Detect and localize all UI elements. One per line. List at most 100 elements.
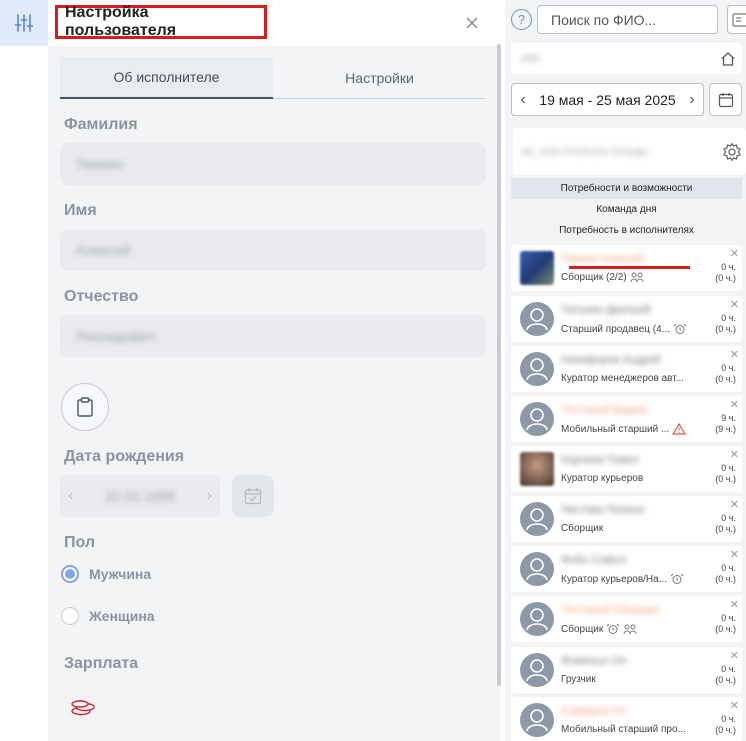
tab-bar: Об исполнителе Настройки: [60, 57, 486, 99]
gender-male-radio[interactable]: Мужчина: [61, 565, 151, 583]
employee-hours: 0 ч.: [721, 262, 736, 272]
employee-role: Куратор курьеров/На...: [561, 573, 684, 585]
employee-card[interactable]: Корнеев Павел Куратор курьеров 0 ч. (0 ч.) ✕: [511, 446, 742, 492]
employee-hours-total: (0 ч.): [715, 324, 736, 334]
employee-name: Тестовый Вадим: [561, 404, 647, 416]
salary-coins-button[interactable]: [70, 698, 96, 723]
remove-employee-button[interactable]: ✕: [730, 598, 739, 611]
employee-card[interactable]: Никифоров Андрей Куратор менеджеров авт..…: [511, 346, 742, 392]
employee-role-text: Куратор менеджеров авт...: [561, 373, 685, 384]
clipboard-icon: [77, 397, 93, 417]
chevron-right-icon[interactable]: ›: [207, 487, 212, 505]
employee-card[interactable]: Сафаров Ол Мобильный старший про... 0 ч. (0…: [511, 697, 742, 741]
warning-icon: [672, 423, 687, 435]
employee-card[interactable]: Тютькин Дмитрий Старший продавец (4... 0 ч…: [511, 296, 742, 342]
section-needs-capabilities[interactable]: Потребности и возможности: [511, 178, 742, 199]
employee-role-text: Мобильный старший про...: [561, 724, 686, 735]
tab-settings[interactable]: Настройки: [273, 57, 486, 99]
gender-female-label: Женщина: [89, 608, 155, 624]
employee-hours-total: (0 ч.): [715, 474, 736, 484]
gender-male-label: Мужчина: [89, 566, 152, 582]
section-staff-needs[interactable]: Потребность в исполнителях: [511, 220, 742, 241]
employee-role-text: Сборщик: [561, 623, 604, 635]
remove-employee-button[interactable]: ✕: [730, 298, 739, 311]
tab-about[interactable]: Об исполнителе: [60, 57, 273, 99]
employee-card[interactable]: Фоминых Ол Грузчик 0 ч. (0 ч.) ✕: [511, 647, 742, 693]
employee-hours: 0 ч.: [721, 613, 736, 623]
employee-card[interactable]: Тимкин Алексей Сборщик (2/2) 0 ч. (0 ч.) ✕: [511, 245, 742, 291]
patronymic-field[interactable]: Леонидович: [60, 315, 486, 357]
week-selector: ‹ 19 мая - 25 мая 2025 ›: [511, 83, 704, 116]
employee-name: Тютькин Дмитрий: [561, 304, 651, 316]
firstname-field[interactable]: Алексей: [60, 229, 486, 271]
employee-hours: 0 ч.: [721, 563, 736, 573]
employee-role-text: Сборщик: [561, 523, 604, 534]
employee-name: Тестовый Сборщик: [561, 604, 660, 616]
lastname-field[interactable]: Тимкин: [60, 143, 486, 185]
employee-card[interactable]: Листова Полина Сборщик 0 ч. (0 ч.) ✕: [511, 496, 742, 542]
team-icon: [630, 272, 644, 283]
user-avatar-icon: [526, 709, 548, 732]
user-avatar-icon: [526, 659, 548, 682]
employee-hours: 0 ч.: [721, 714, 736, 724]
employee-hours-total: (0 ч.): [715, 374, 736, 384]
firstname-value: Алексей: [76, 242, 131, 258]
sliders-icon: [14, 14, 34, 32]
lastname-label: Фамилия: [64, 116, 138, 133]
prev-week-button[interactable]: ‹: [512, 91, 534, 109]
alarm-icon: [606, 623, 620, 634]
filter-bar[interactable]: #ID_0000 ОТКРЫТЫ СКЛАДЫ: [513, 128, 746, 175]
gear-icon[interactable]: [722, 141, 742, 162]
lastname-value: Тимкин: [76, 156, 124, 172]
employee-card[interactable]: Тестовый Сборщик Сборщик 0 ч. (0 ч.) ✕: [511, 596, 742, 642]
employee-hours-total: (9 ч.): [715, 424, 736, 434]
gender-female-radio[interactable]: Женщина: [61, 607, 155, 625]
employee-role: Куратор курьеров: [561, 473, 643, 484]
employee-card[interactable]: Фобо Софья Куратор курьеров/На... 0 ч. (0 ч…: [511, 546, 742, 592]
user-avatar-icon: [526, 608, 548, 631]
employee-role: Куратор менеджеров авт...: [561, 373, 684, 384]
week-calendar-button[interactable]: [709, 83, 742, 116]
next-week-button[interactable]: ›: [681, 91, 703, 109]
employee-hours-total: (0 ч.): [715, 624, 736, 634]
patronymic-label: Отчество: [64, 288, 139, 305]
employee-hours-total: (0 ч.): [715, 524, 736, 534]
remove-employee-button[interactable]: ✕: [730, 649, 739, 662]
store-value: 000: [521, 52, 540, 65]
store-selector[interactable]: 000: [511, 43, 742, 74]
employee-role-text: Куратор курьеров/На...: [561, 573, 668, 585]
birthdate-calendar-button[interactable]: [232, 475, 274, 517]
user-avatar-icon: [526, 308, 548, 331]
avatar: [520, 402, 554, 436]
remove-employee-button[interactable]: ✕: [730, 448, 739, 461]
calendar-check-icon: [244, 488, 262, 505]
remove-employee-button[interactable]: ✕: [730, 398, 739, 411]
chevron-left-icon[interactable]: ‹: [68, 487, 73, 505]
panel-scrollbar[interactable]: [497, 44, 501, 686]
remove-employee-button[interactable]: ✕: [730, 498, 739, 511]
highlight-underline: [569, 266, 690, 269]
employee-hours: 0 ч.: [721, 313, 736, 323]
close-button[interactable]: [462, 13, 482, 33]
id-card-button[interactable]: [727, 5, 746, 34]
filters-button[interactable]: [0, 0, 48, 46]
remove-employee-button[interactable]: ✕: [730, 699, 739, 712]
avatar: [520, 302, 554, 336]
remove-employee-button[interactable]: ✕: [730, 348, 739, 361]
alarm-icon: [670, 573, 684, 584]
help-button[interactable]: ?: [511, 9, 532, 30]
employee-card[interactable]: Тестовый Вадим Мобильный старший ... 9 ч.(…: [511, 396, 742, 442]
birthdate-field[interactable]: ‹ 22.01.1998 ›: [60, 475, 220, 517]
remove-employee-button[interactable]: ✕: [730, 247, 739, 260]
section-team-of-day[interactable]: Команда дня: [511, 199, 742, 220]
employee-role: Мобильный старший про...: [561, 724, 686, 735]
week-range: 19 мая - 25 мая 2025: [539, 91, 676, 108]
app: Настройка пользователя Об исполнителе На…: [0, 0, 746, 741]
employee-hours-total: (0 ч.): [715, 574, 736, 584]
user-settings-panel: Настройка пользователя Об исполнителе На…: [48, 0, 500, 741]
clipboard-button[interactable]: [61, 383, 109, 431]
home-icon[interactable]: [720, 51, 736, 67]
alarm-icon: [673, 323, 687, 334]
search-input[interactable]: [537, 5, 718, 34]
remove-employee-button[interactable]: ✕: [730, 548, 739, 561]
